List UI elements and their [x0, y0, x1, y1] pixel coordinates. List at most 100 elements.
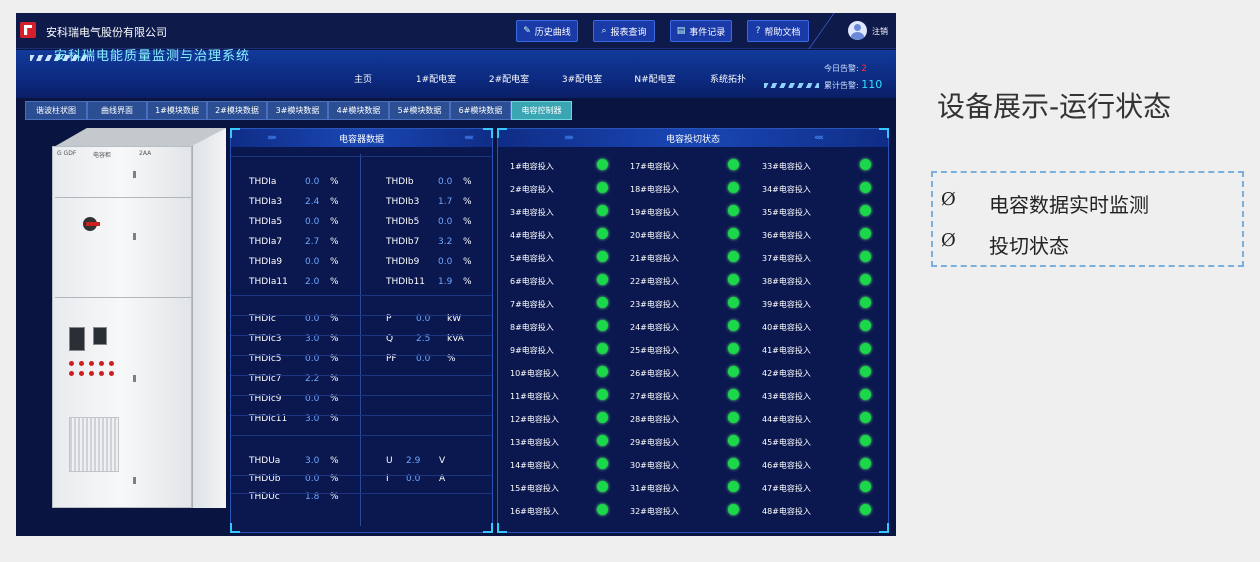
- status-led-icon: [860, 251, 871, 262]
- indicator-light: [99, 371, 104, 376]
- data-label: THDIb11: [386, 277, 426, 287]
- module-tab-module-5[interactable]: 5#模块数据: [389, 101, 450, 120]
- cabinet-hinge: [133, 477, 136, 484]
- capacitor-switch-label: 7#电容投入: [510, 300, 554, 309]
- nav-tab-home[interactable]: 主页: [328, 69, 398, 87]
- system-title: 安科瑞电能质量监测与治理系统: [54, 49, 251, 64]
- status-led-icon: [597, 320, 608, 331]
- data-row: THDUa 3.0%: [249, 455, 369, 467]
- status-led-icon: [860, 481, 871, 492]
- module-tab-module-1[interactable]: 1#模块数据: [147, 101, 207, 120]
- module-tab-module-4[interactable]: 4#模块数据: [328, 101, 389, 120]
- data-row: THDIa11 2.0%: [249, 276, 369, 288]
- capacitor-switch-label: 22#电容投入: [630, 277, 679, 286]
- status-led-icon: [597, 297, 608, 308]
- capacitor-cabinet-image: G GDF 电容柜 2AA: [52, 128, 227, 513]
- data-unit: %: [463, 237, 472, 247]
- nav-tab-room-1[interactable]: 1#配电室: [401, 69, 471, 87]
- capacitor-switch-label: 34#电容投入: [762, 185, 811, 194]
- capacitor-switch-label: 47#电容投入: [762, 484, 811, 493]
- status-led-icon: [728, 297, 739, 308]
- capacitor-switch-label: 25#电容投入: [630, 346, 679, 355]
- capacitor-data-header: ››››› 电容器数据 ‹‹‹‹‹: [231, 129, 492, 147]
- module-tab-module-2[interactable]: 2#模块数据: [207, 101, 267, 120]
- data-label: U: [386, 456, 393, 466]
- data-unit: %: [330, 177, 339, 187]
- cabinet-label-right: 2AA: [139, 150, 152, 157]
- row-divider: [231, 493, 492, 494]
- today-alert-count: 2: [861, 64, 867, 74]
- module-tab-module-6[interactable]: 6#模块数据: [450, 101, 511, 120]
- data-value: 3.2: [438, 237, 453, 247]
- capacitor-switch-label: 1#电容投入: [510, 162, 554, 171]
- data-unit: %: [463, 277, 472, 287]
- status-led-icon: [860, 182, 871, 193]
- nav-tab-room-2[interactable]: 2#配电室: [474, 69, 544, 87]
- capacitor-switch-label: 26#电容投入: [630, 369, 679, 378]
- data-label: THDIa11: [249, 277, 288, 287]
- module-tab-capacitor-controller[interactable]: 电容控制器: [511, 101, 572, 120]
- capacitor-switch-label: 9#电容投入: [510, 346, 554, 355]
- capacitor-switch-label: 6#电容投入: [510, 277, 554, 286]
- total-alert-count: 110: [861, 78, 883, 91]
- data-label: THDIa5: [249, 217, 283, 227]
- module-tab-module-3[interactable]: 3#模块数据: [267, 101, 328, 120]
- data-row: THDIb11 1.9%: [386, 276, 506, 288]
- capacitor-switch-label: 2#电容投入: [510, 185, 554, 194]
- capacitor-switch-label: 29#电容投入: [630, 438, 679, 447]
- module-tab-curve[interactable]: 曲线界面: [87, 101, 147, 120]
- status-led-icon: [860, 274, 871, 285]
- total-alert-label: 累计告警:: [824, 81, 859, 90]
- cabinet-display-panel: [69, 327, 85, 351]
- capacitor-switch-label: 3#电容投入: [510, 208, 554, 217]
- indicator-light: [89, 371, 94, 376]
- help-docs-button[interactable]: ? 帮助文档: [747, 20, 809, 42]
- history-curve-button[interactable]: ✎ 历史曲线: [516, 20, 578, 42]
- capacitor-switch-label: 23#电容投入: [630, 300, 679, 309]
- data-label: THDIa7: [249, 237, 283, 247]
- status-led-icon: [728, 159, 739, 170]
- capacitor-switch-label: 10#电容投入: [510, 369, 559, 378]
- nav-tab-room-3[interactable]: 3#配电室: [547, 69, 617, 87]
- data-value: 2.9: [406, 456, 421, 466]
- logout-link[interactable]: 注销: [872, 26, 888, 37]
- status-led-icon: [728, 228, 739, 239]
- data-label: THDUa: [249, 456, 281, 466]
- data-unit: %: [463, 217, 472, 227]
- nav-tab-room-n[interactable]: N#配电室: [620, 69, 690, 87]
- cabinet-front: G GDF 电容柜 2AA: [52, 146, 192, 508]
- data-row: U 2.9 V: [386, 455, 506, 467]
- feature-text: 投切状态: [989, 234, 1069, 258]
- status-led-icon: [728, 458, 739, 469]
- module-tab-harmonic-bar[interactable]: 谐波柱状图: [25, 101, 87, 120]
- cabinet-rotary-switch: [83, 217, 100, 231]
- user-avatar[interactable]: [848, 21, 867, 40]
- data-unit: %: [463, 177, 472, 187]
- indicator-light: [99, 361, 104, 366]
- chevron-left-icon: ‹‹‹‹‹: [814, 133, 824, 143]
- event-log-button[interactable]: ▤ 事件记录: [670, 20, 732, 42]
- report-query-button[interactable]: ⌕ 报表查询: [593, 20, 655, 42]
- status-led-icon: [728, 320, 739, 331]
- indicator-light: [109, 361, 114, 366]
- status-led-icon: [597, 274, 608, 285]
- indicator-light: [79, 371, 84, 376]
- status-led-icon: [597, 412, 608, 423]
- data-value: 1.7: [438, 197, 453, 207]
- bullet-marker: Ø: [941, 189, 956, 210]
- capacitor-switch-label: 17#电容投入: [630, 162, 679, 171]
- event-log-label: 事件记录: [689, 27, 726, 38]
- indicator-light: [89, 361, 94, 366]
- row-divider: [231, 375, 492, 376]
- capacitor-switch-label: 13#电容投入: [510, 438, 559, 447]
- row-divider: [231, 156, 492, 157]
- capacitor-data-panel: ››››› 电容器数据 ‹‹‹‹‹ THDIa 0.0% THDIa3 2.4% THD…: [230, 128, 493, 533]
- capacitor-switch-label: 11#电容投入: [510, 392, 559, 401]
- status-led-icon: [597, 389, 608, 400]
- capacitor-switch-label: 43#电容投入: [762, 392, 811, 401]
- status-led-icon: [728, 366, 739, 377]
- capacitor-switch-label: 46#电容投入: [762, 461, 811, 470]
- nav-tab-topology[interactable]: 系统拓扑: [693, 69, 763, 87]
- capacitor-switch-label: 33#电容投入: [762, 162, 811, 171]
- capacitor-switch-label: 16#电容投入: [510, 507, 559, 516]
